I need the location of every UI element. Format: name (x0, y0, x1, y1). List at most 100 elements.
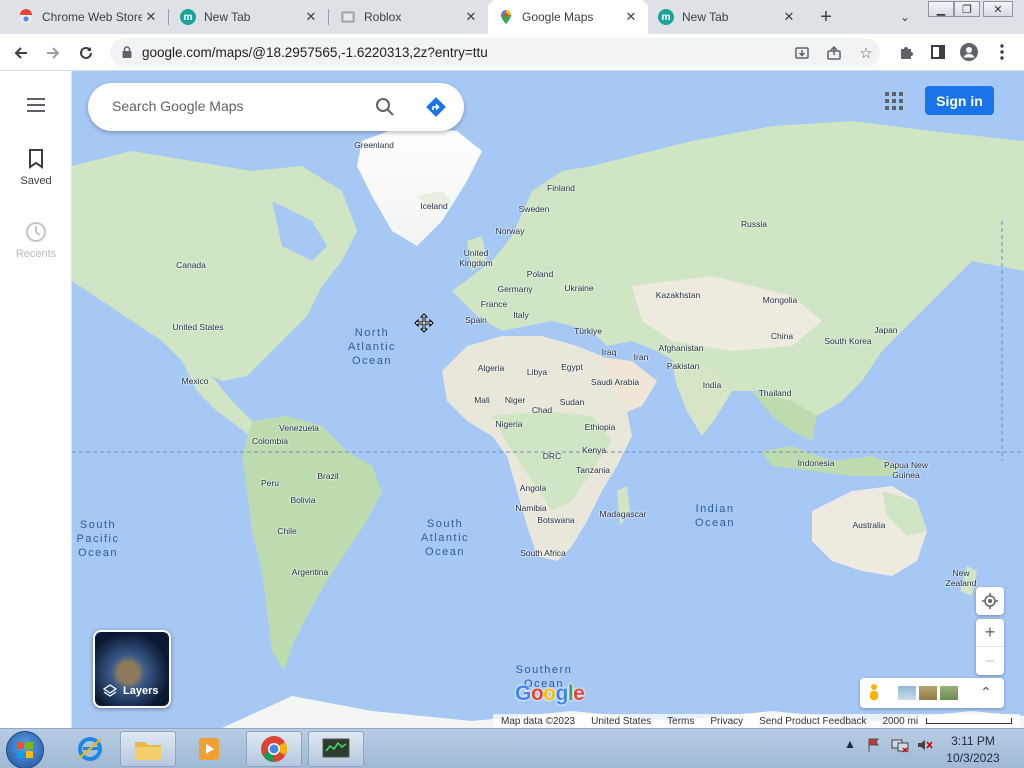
map-label-south-atlantic-ocean[interactable]: South Atlantic Ocean (421, 517, 469, 559)
map-label-norway[interactable]: Norway (496, 226, 525, 236)
extensions-puzzle-icon[interactable] (895, 41, 917, 63)
rail-item-saved[interactable]: Saved (0, 149, 72, 187)
map-label-united-states[interactable]: United States (172, 322, 223, 332)
map-label-chad[interactable]: Chad (532, 405, 552, 415)
privacy-link[interactable]: Privacy (710, 716, 743, 727)
map-label-canada[interactable]: Canada (176, 260, 206, 270)
map-label-turkiye[interactable]: Türkiye (574, 326, 602, 336)
minimize-button[interactable]: ▁ (928, 1, 954, 17)
new-tab-button[interactable]: + (814, 6, 838, 28)
side-panel-icon[interactable] (927, 41, 949, 63)
tab-google-maps[interactable]: Google Maps ✕ (488, 0, 648, 34)
map-label-iceland[interactable]: Iceland (420, 201, 447, 211)
zoom-in-button[interactable]: + (976, 619, 1004, 647)
map-label-italy[interactable]: Italy (513, 310, 529, 320)
tab-chrome-web-store[interactable]: Chrome Web Store ✕ (8, 0, 168, 34)
restore-button[interactable]: ❐ (954, 1, 980, 17)
layers-button[interactable]: Layers (93, 630, 171, 708)
feedback-link[interactable]: Send Product Feedback (759, 716, 866, 727)
map-label-spain[interactable]: Spain (465, 315, 487, 325)
menu-kebab-icon[interactable] (991, 41, 1013, 63)
directions-icon[interactable] (425, 96, 447, 123)
map-label-mongolia[interactable]: Mongolia (763, 295, 798, 305)
address-bar[interactable]: google.com/maps/@18.2957565,-1.6220313,2… (110, 38, 880, 67)
map-label-mali[interactable]: Mali (474, 395, 490, 405)
map-label-india[interactable]: India (703, 380, 721, 390)
tab-new-tab[interactable]: m New Tab ✕ (170, 0, 328, 34)
map-label-north-atlantic-ocean[interactable]: North Atlantic Ocean (348, 326, 396, 368)
map-label-united-kingdom[interactable]: United Kingdom (459, 248, 493, 268)
map-label-tanzania[interactable]: Tanzania (576, 465, 610, 475)
map-label-brazil[interactable]: Brazil (317, 471, 338, 481)
taskbar-chrome[interactable] (246, 731, 302, 767)
share-icon[interactable] (823, 42, 845, 64)
zoom-out-button[interactable]: − (985, 647, 996, 675)
map-label-south-korea[interactable]: South Korea (824, 336, 871, 346)
taskbar-task-manager[interactable] (308, 731, 364, 767)
map-label-new-zealand[interactable]: New Zealand (946, 568, 977, 588)
map-label-madagascar[interactable]: Madagascar (600, 509, 647, 519)
tab-search-chevron-icon[interactable]: ⌄ (895, 8, 915, 26)
start-button[interactable] (6, 731, 44, 768)
map-label-mexico[interactable]: Mexico (182, 376, 209, 386)
terms-link[interactable]: Terms (667, 716, 694, 727)
map-label-south-pacific-ocean[interactable]: South Pacific Ocean (77, 518, 120, 560)
forward-button[interactable] (40, 40, 66, 66)
map-label-thailand[interactable]: Thailand (759, 388, 792, 398)
map-label-pakistan[interactable]: Pakistan (667, 361, 700, 371)
map-label-argentina[interactable]: Argentina (292, 567, 328, 577)
map-label-poland[interactable]: Poland (527, 269, 553, 279)
taskbar-file-explorer[interactable] (120, 731, 176, 767)
map-label-papua-new-guinea[interactable]: Papua New Guinea (884, 460, 928, 480)
map-label-kazakhstan[interactable]: Kazakhstan (656, 290, 700, 300)
map-label-indonesia[interactable]: Indonesia (798, 458, 835, 468)
map-label-niger[interactable]: Niger (505, 395, 525, 405)
google-apps-grid-icon[interactable] (885, 92, 903, 110)
search-icon[interactable] (375, 97, 395, 122)
map-label-colombia[interactable]: Colombia (252, 436, 288, 446)
my-location-button[interactable] (976, 587, 1004, 615)
action-center-flag-icon[interactable] (866, 737, 882, 753)
volume-muted-icon[interactable] (916, 737, 934, 753)
taskbar-internet-explorer[interactable] (62, 731, 118, 767)
map-label-afghanistan[interactable]: Afghanistan (659, 343, 704, 353)
system-clock[interactable]: 3:11 PM 10/3/2023 (940, 733, 1006, 767)
bookmark-star-icon[interactable]: ☆ (855, 42, 877, 64)
map-canvas[interactable]: Greenland Iceland Finland Sweden Norway … (72, 71, 1024, 728)
close-tab-icon[interactable]: ✕ (780, 8, 798, 26)
map-label-libya[interactable]: Libya (527, 367, 547, 377)
map-label-sweden[interactable]: Sweden (519, 204, 550, 214)
search-input[interactable]: Search Google Maps (112, 98, 244, 114)
show-hidden-icons-icon[interactable]: ▲ (844, 737, 856, 751)
map-label-chile[interactable]: Chile (277, 526, 296, 536)
install-app-icon[interactable] (791, 42, 813, 64)
map-label-greenland[interactable]: Greenland (354, 140, 394, 150)
tab-new-tab-2[interactable]: m New Tab ✕ (648, 0, 806, 34)
map-label-egypt[interactable]: Egypt (561, 362, 583, 372)
reload-button[interactable] (73, 40, 99, 66)
map-label-finland[interactable]: Finland (547, 183, 575, 193)
sign-in-button[interactable]: Sign in (925, 86, 994, 115)
map-label-iran[interactable]: Iran (634, 352, 649, 362)
close-window-button[interactable]: ✕ (983, 1, 1013, 17)
scale-label[interactable]: 2000 mi (882, 716, 918, 727)
map-label-japan[interactable]: Japan (874, 325, 897, 335)
map-label-venezuela[interactable]: Venezuela (279, 423, 319, 433)
map-label-kenya[interactable]: Kenya (582, 445, 606, 455)
close-tab-icon[interactable]: ✕ (142, 8, 160, 26)
taskbar-media-player[interactable] (181, 731, 237, 767)
map-label-sudan[interactable]: Sudan (560, 397, 585, 407)
map-label-russia[interactable]: Russia (741, 219, 767, 229)
map-label-australia[interactable]: Australia (852, 520, 885, 530)
network-icon[interactable] (891, 737, 909, 753)
map-label-ethiopia[interactable]: Ethiopia (585, 422, 616, 432)
close-tab-icon[interactable]: ✕ (622, 8, 640, 26)
close-tab-icon[interactable]: ✕ (462, 8, 480, 26)
map-label-namibia[interactable]: Namibia (515, 503, 546, 513)
imagery-thumbnail[interactable] (940, 686, 958, 700)
profile-avatar-icon[interactable] (958, 41, 980, 63)
region-link[interactable]: United States (591, 716, 651, 727)
map-label-angola[interactable]: Angola (520, 483, 546, 493)
maps-search-box[interactable]: Search Google Maps (88, 83, 464, 131)
map-label-algeria[interactable]: Algeria (478, 363, 504, 373)
